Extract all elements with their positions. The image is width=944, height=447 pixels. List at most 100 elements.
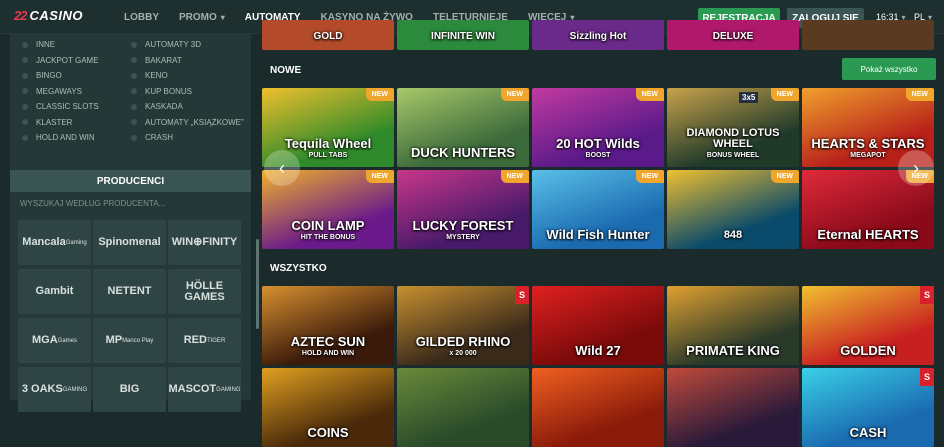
category-dot-icon: [22, 41, 28, 48]
producer-logo[interactable]: MP Manco Play: [93, 318, 166, 363]
producer-logo[interactable]: Gambit: [18, 269, 91, 314]
game-tile[interactable]: [667, 368, 799, 447]
game-title: GOLD: [262, 32, 394, 42]
game-title: DELUXE: [667, 32, 799, 42]
producer-search-input[interactable]: WYSZUKAJ WEDŁUG PRODUCENTA...: [20, 192, 251, 214]
all-section-header: WSZYSTKO: [262, 256, 936, 280]
game-tile[interactable]: PRIMATE KING: [667, 286, 799, 365]
category-dot-icon: [131, 72, 137, 79]
grid-size-badge: 3x5: [739, 92, 759, 103]
category-item[interactable]: BAKARAT: [131, 56, 182, 65]
logo-mark-text: 22: [14, 8, 28, 23]
category-item[interactable]: CLASSIC SLOTS: [22, 102, 99, 111]
game-tile[interactable]: GILDED RHINO x 20 000 S: [397, 286, 529, 365]
game-subtitle: BOOST: [585, 152, 611, 159]
category-dot-icon: [22, 72, 28, 79]
category-item[interactable]: HOLD AND WIN: [22, 133, 95, 142]
producer-logo[interactable]: Spinomenal: [93, 220, 166, 265]
producer-logo[interactable]: 3 OAKS GAMING: [18, 367, 91, 412]
game-tile[interactable]: [397, 368, 529, 447]
producer-logo[interactable]: MGA Games: [18, 318, 91, 363]
category-label: KENO: [145, 71, 168, 80]
new-badge: NEW: [500, 88, 529, 101]
category-item[interactable]: KUP BONUS: [131, 87, 192, 96]
game-title-text: GOLD: [313, 31, 343, 42]
game-tile[interactable]: DELUXE: [667, 20, 799, 50]
carousel-next-icon[interactable]: ›: [898, 150, 934, 186]
producer-logo[interactable]: WIN⊕FINITY: [168, 220, 241, 265]
game-tile[interactable]: 848 NEW: [667, 170, 799, 249]
producer-logo[interactable]: Mancala Gaming: [18, 220, 91, 265]
category-label: INNE: [36, 40, 56, 49]
producer-logo[interactable]: NETENT: [93, 269, 166, 314]
game-title-text: AZTEC SUN: [290, 334, 366, 349]
game-tile[interactable]: Wild Fish Hunter NEW: [532, 170, 664, 249]
game-title: PRIMATE KING: [667, 344, 799, 357]
producer-name: MP: [105, 334, 123, 346]
category-dot-icon: [131, 88, 137, 94]
category-item[interactable]: AUTOMATY „KSIĄŻKOWE”: [131, 118, 244, 127]
category-label: KUP BONUS: [145, 86, 192, 96]
nav-item-1[interactable]: PROMO ▾: [179, 12, 225, 23]
nav-item-0[interactable]: LOBBY: [124, 12, 159, 23]
game-tile[interactable]: DIAMOND LOTUS WHEEL BONUS WHEEL NEW 3x5: [667, 88, 799, 167]
producer-logo[interactable]: MASCOT GAMING: [168, 367, 241, 412]
category-item[interactable]: CRASH: [131, 133, 173, 142]
game-title: GILDED RHINO x 20 000: [397, 335, 529, 357]
game-tile[interactable]: COINS: [262, 368, 394, 447]
game-title-text: DUCK HUNTERS: [411, 145, 515, 160]
logo-text: CASINO: [29, 8, 84, 23]
category-dot-icon: [131, 41, 137, 48]
category-item[interactable]: AUTOMATY 3D: [131, 40, 201, 49]
game-tile[interactable]: [532, 368, 664, 447]
carousel-prev-icon[interactable]: ‹: [264, 150, 300, 186]
casino-logo[interactable]: 22 CASINO: [14, 8, 83, 23]
game-title: DUCK HUNTERS: [397, 146, 529, 159]
category-label: AUTOMATY „KSIĄŻKOWE”: [145, 117, 244, 127]
category-item[interactable]: BINGO: [22, 71, 62, 80]
game-tile[interactable]: INFINITE WIN: [397, 20, 529, 50]
producer-logo[interactable]: BIG: [93, 367, 166, 412]
game-title-text: DELUXE: [712, 31, 754, 42]
category-item[interactable]: KASKADA: [131, 102, 183, 111]
producer-sub: Games: [57, 337, 77, 344]
game-tile[interactable]: [802, 20, 934, 50]
category-item[interactable]: KENO: [131, 71, 168, 80]
show-all-button[interactable]: Pokaż wszystko: [842, 58, 936, 80]
category-dot-icon: [22, 88, 28, 94]
game-tile[interactable]: AZTEC SUN HOLD AND WIN: [262, 286, 394, 365]
category-label: KASKADA: [145, 102, 183, 111]
new-badge: NEW: [905, 88, 934, 101]
game-tile[interactable]: GOLDEN S: [802, 286, 934, 365]
category-item[interactable]: KLASTER: [22, 118, 72, 127]
category-item[interactable]: MEGAWAYS: [22, 87, 82, 96]
game-tile[interactable]: GOLD: [262, 20, 394, 50]
game-tile[interactable]: Wild 27: [532, 286, 664, 365]
producer-name: RED: [183, 334, 207, 346]
producer-logo[interactable]: HÖLLE GAMES: [168, 269, 241, 314]
producer-name: BIG: [119, 383, 140, 395]
new-section-header: NOWE Pokaż wszystko: [262, 58, 936, 82]
category-label: JACKPOT GAME: [36, 55, 99, 65]
game-title-text: HEARTS & STARS: [811, 136, 925, 151]
producer-name: 3 OAKS: [21, 383, 63, 395]
game-title-text: Eternal HEARTS: [817, 227, 919, 242]
game-tile[interactable]: 20 HOT Wilds BOOST NEW: [532, 88, 664, 167]
game-tile[interactable]: Sizzling Hot: [532, 20, 664, 50]
game-title-text: CASH: [849, 425, 887, 440]
producer-logo[interactable]: RED TIGER: [168, 318, 241, 363]
new-badge: NEW: [635, 88, 664, 101]
game-tile[interactable]: CASH S: [802, 368, 934, 447]
new-badge: NEW: [365, 170, 394, 183]
game-tile[interactable]: DUCK HUNTERS NEW: [397, 88, 529, 167]
section-title-new: NOWE: [270, 64, 302, 76]
new-badge: NEW: [635, 170, 664, 183]
sidebar-scrollbar[interactable]: [256, 239, 259, 329]
game-tile[interactable]: LUCKY FOREST MYSTERY NEW: [397, 170, 529, 249]
nav-item-label: PROMO: [179, 11, 217, 23]
category-item[interactable]: JACKPOT GAME: [22, 56, 99, 65]
game-title-text: Sizzling Hot: [569, 31, 627, 42]
category-item[interactable]: INNE: [22, 40, 55, 49]
game-subtitle: HIT THE BONUS: [300, 234, 356, 241]
feature-icon: S: [515, 286, 529, 304]
